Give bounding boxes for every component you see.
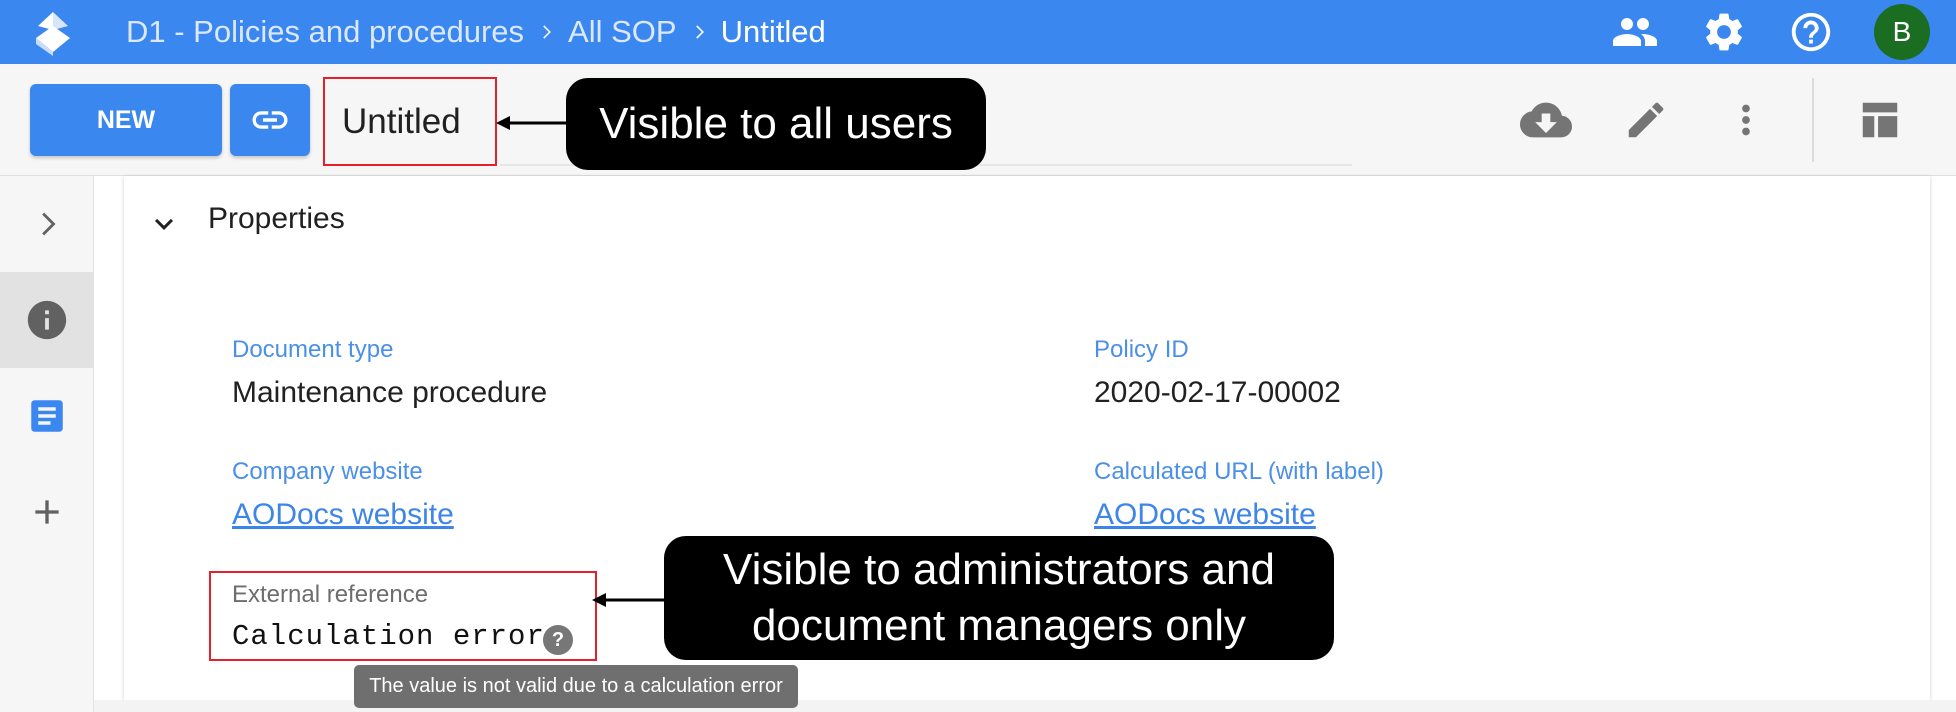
arrow-left-icon [592,593,666,607]
field-label-calculated-url: Calculated URL (with label) [1094,458,1384,485]
arrow-left-icon [496,116,568,130]
field-label-external-reference: External reference [232,581,429,608]
expand-panel-button[interactable] [0,176,94,272]
info-icon [27,300,67,340]
breadcrumb-library[interactable]: D1 - Policies and procedures [126,14,524,50]
breadcrumb-view[interactable]: All SOP [568,14,677,50]
chevron-down-icon [155,218,173,230]
toolbar-divider [1812,78,1814,162]
field-label-policy-id: Policy ID [1094,336,1189,363]
side-rail [0,176,94,712]
field-label-document-type: Document type [232,336,394,363]
field-value-external-reference: Calculation error [232,620,545,653]
calculation-error-tooltip: The value is not valid due to a calculat… [354,665,798,708]
rail-item-add[interactable] [0,464,94,560]
link-icon [252,111,288,129]
app-logo-icon[interactable] [30,8,76,58]
field-value-document-type: Maintenance procedure [232,376,548,409]
callout-text: Visible to all users [599,99,953,148]
calculated-url-link[interactable]: AODocs website [1094,498,1316,532]
document-icon [31,400,63,432]
top-app-bar: D1 - Policies and procedures All SOP Unt… [0,0,1956,64]
breadcrumb: D1 - Policies and procedures All SOP Unt… [126,0,826,64]
settings-gear-icon[interactable] [1700,8,1748,56]
chevron-right-icon [677,0,721,64]
chevron-right-icon [524,0,568,64]
callout-text-line2: document managers only [751,601,1247,650]
callout-visible-all: Visible to all users [566,78,986,170]
callout-visible-admins: Visible to administrators and document m… [664,536,1334,660]
document-title-field[interactable]: Untitled [323,77,497,166]
layout-icon[interactable] [1852,92,1908,148]
help-icon[interactable]: ? [543,625,573,655]
add-icon [35,500,59,524]
collapse-properties-button[interactable] [146,196,182,252]
chevron-right-icon [42,212,56,236]
callout-text-line1: Visible to administrators and [723,545,1275,594]
rail-item-document[interactable] [0,368,94,464]
new-button[interactable]: NEW [30,84,222,156]
section-title: Properties [208,202,345,235]
field-value-policy-id: 2020-02-17-00002 [1094,376,1341,409]
rail-item-info[interactable] [0,272,94,368]
people-icon[interactable] [1611,8,1659,56]
field-label-company-website: Company website [232,458,423,485]
copy-link-button[interactable] [230,84,310,156]
more-vert-icon[interactable] [1718,92,1774,148]
help-circle-icon[interactable] [1787,8,1835,56]
edit-pencil-icon[interactable] [1618,92,1674,148]
cloud-download-icon[interactable] [1518,92,1574,148]
breadcrumb-current: Untitled [720,14,826,49]
avatar[interactable]: B [1874,4,1930,60]
company-website-link[interactable]: AODocs website [232,498,454,532]
